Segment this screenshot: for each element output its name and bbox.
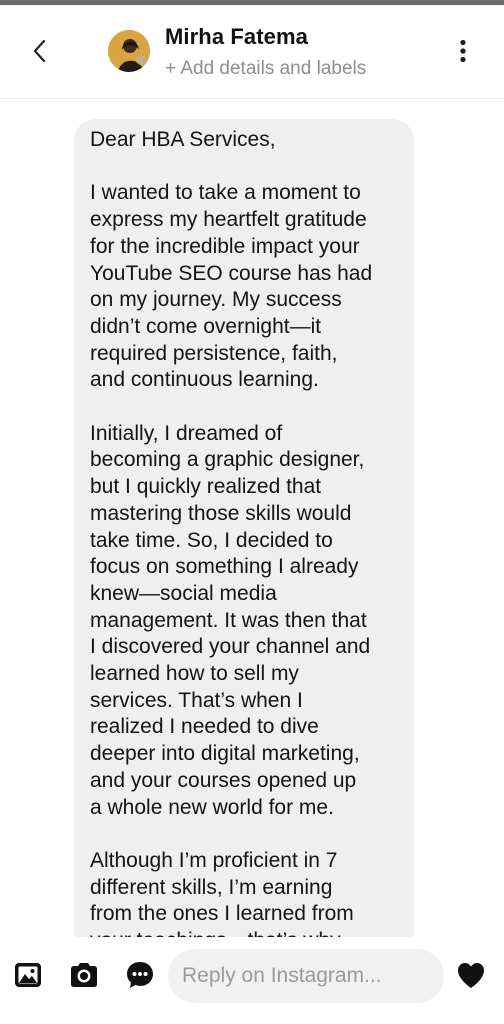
chevron-left-icon (32, 38, 48, 69)
message-line: and your courses opened up (90, 768, 357, 792)
message-line: services. That’s when I (90, 688, 303, 712)
message-paragraph: Initially, I dreamed of becoming a graph… (90, 421, 400, 822)
message-line: from the ones I learned from (90, 902, 354, 926)
message-line: Initially, I dreamed of (90, 421, 283, 445)
message-composer (0, 937, 504, 1024)
message-line: deeper into digital marketing, (90, 742, 360, 766)
message-line: YouTube SEO course has had (90, 261, 373, 285)
gallery-button[interactable] (10, 959, 46, 995)
back-button[interactable] (24, 33, 56, 73)
message-bubble[interactable]: Dear HBA Services, I wanted to take a mo… (74, 119, 414, 937)
message-line: different skills, I’m earning (90, 875, 333, 899)
chat-header: Mirha Fatema + Add details and labels (0, 5, 504, 99)
avatar[interactable] (108, 30, 150, 72)
message-line: but I quickly realized that (90, 475, 322, 499)
message-line: express my heartfelt gratitude (90, 208, 367, 232)
message-line: a whole new world for me. (90, 795, 334, 819)
message-line: and continuous learning. (90, 368, 319, 392)
message-line: management. It was then that (90, 608, 367, 632)
reply-input[interactable] (168, 949, 444, 1003)
heart-icon (456, 961, 486, 994)
message-line: Dear HBA Services, (90, 128, 276, 151)
sticker-button[interactable] (122, 959, 158, 995)
add-details-link[interactable]: + Add details and labels (165, 58, 366, 80)
message-line: I discovered your channel and (90, 635, 371, 659)
vertical-ellipsis-icon (459, 39, 467, 68)
message-line: take time. So, I decided to (90, 528, 333, 552)
message-line: required persistence, faith, (90, 341, 338, 365)
message-paragraph: Although I’m proficient in 7 different s… (90, 848, 400, 937)
message-line: your teachings—that’s why (90, 928, 400, 937)
message-line: becoming a graphic designer, (90, 448, 365, 472)
camera-icon (68, 960, 100, 995)
more-options-button[interactable] (448, 35, 478, 71)
message-thread[interactable]: Dear HBA Services, I wanted to take a mo… (0, 99, 504, 937)
message-line: on my journey. My success (90, 288, 342, 312)
message-paragraph: Dear HBA Services, (90, 127, 400, 154)
message-line: I wanted to take a moment to (90, 181, 361, 205)
contact-name[interactable]: Mirha Fatema (165, 24, 308, 50)
message-line: knew—social media (90, 581, 277, 605)
like-button[interactable] (453, 959, 489, 995)
message-line: mastering those skills would (90, 501, 352, 525)
message-line: didn’t come overnight—it (90, 314, 322, 338)
message-paragraph: I wanted to take a moment to express my … (90, 180, 400, 394)
message-line: realized I needed to dive (90, 715, 319, 739)
gallery-icon (13, 960, 43, 995)
message-line: learned how to sell my (90, 662, 299, 686)
message-line: focus on something I already (90, 555, 359, 579)
message-line: for the incredible impact your (90, 234, 360, 258)
message-line: Although I’m proficient in 7 (90, 848, 338, 872)
chat-bubble-icon (125, 960, 155, 995)
camera-button[interactable] (66, 959, 102, 995)
